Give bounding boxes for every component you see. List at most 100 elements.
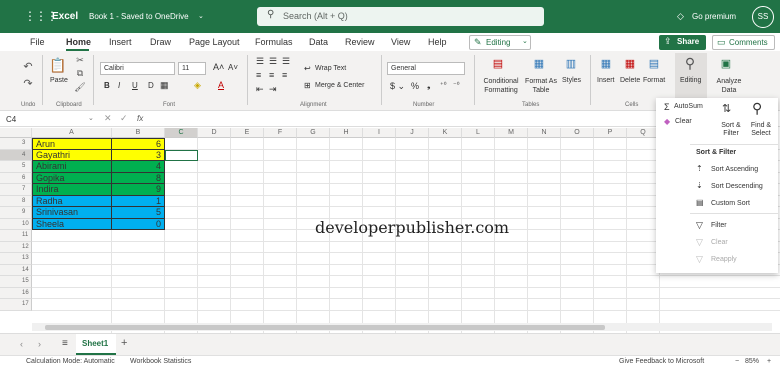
- column-header-k[interactable]: K: [429, 128, 462, 138]
- increase-decimal-icon[interactable]: ⁺⁰: [440, 81, 447, 89]
- row-header-12[interactable]: 12: [0, 241, 32, 253]
- zoom-out-icon[interactable]: −: [735, 358, 739, 365]
- sort-descending-item[interactable]: Sort Descending: [711, 183, 763, 190]
- workbook-statistics[interactable]: Workbook Statistics: [130, 358, 191, 365]
- cell-name[interactable]: Indira: [32, 184, 112, 196]
- row-header-3[interactable]: 3: [0, 138, 32, 150]
- styles-button[interactable]: Styles: [562, 77, 581, 84]
- tab-help[interactable]: Help: [428, 37, 447, 47]
- align-top-icon[interactable]: ☰: [256, 56, 264, 67]
- autosum-button[interactable]: AutoSum: [674, 103, 703, 110]
- select-all-corner[interactable]: [0, 128, 32, 138]
- feedback-link[interactable]: Give Feedback to Microsoft: [619, 358, 704, 365]
- row-header-9[interactable]: 9: [0, 207, 32, 219]
- align-left-icon[interactable]: ≡: [256, 70, 261, 80]
- share-button[interactable]: ⇪ Share: [659, 35, 706, 50]
- row-header-17[interactable]: 17: [0, 299, 32, 311]
- tab-data[interactable]: Data: [309, 37, 328, 47]
- cell-value[interactable]: 1: [111, 195, 165, 207]
- cell-value[interactable]: 8: [111, 172, 165, 184]
- tab-formulas[interactable]: Formulas: [255, 37, 293, 47]
- percent-icon[interactable]: %: [411, 81, 419, 91]
- row-header-6[interactable]: 6: [0, 172, 32, 184]
- cell-value[interactable]: 4: [111, 161, 165, 173]
- row-header-5[interactable]: 5: [0, 161, 32, 173]
- chevron-down-icon[interactable]: ⌄: [88, 114, 94, 122]
- row-header-11[interactable]: 11: [0, 230, 32, 242]
- merge-center-button[interactable]: Merge & Center: [315, 82, 364, 89]
- column-header-e[interactable]: E: [231, 128, 264, 138]
- active-cell[interactable]: [165, 149, 198, 161]
- cell-name[interactable]: Gopika: [32, 172, 112, 184]
- undo-icon[interactable]: ↶: [22, 60, 34, 73]
- cancel-icon[interactable]: ✕: [104, 113, 112, 124]
- cell-name[interactable]: Gayathri: [32, 149, 112, 161]
- tab-file[interactable]: File: [30, 37, 45, 47]
- align-middle-icon[interactable]: ☰: [269, 56, 277, 67]
- conditional-formatting-button[interactable]: Conditional Formatting: [479, 77, 523, 95]
- decrease-decimal-icon[interactable]: ⁻⁰: [453, 81, 460, 89]
- borders-icon[interactable]: ▦: [160, 80, 169, 91]
- search-box[interactable]: ⚲ Search (Alt + Q): [257, 7, 544, 26]
- cell-name[interactable]: Srinivasan: [32, 207, 112, 219]
- tab-insert[interactable]: Insert: [109, 37, 132, 47]
- app-name[interactable]: Excel: [52, 11, 78, 22]
- avatar[interactable]: SS: [752, 6, 774, 28]
- name-box[interactable]: C4: [6, 115, 16, 124]
- chevron-down-icon[interactable]: ⌄: [198, 12, 204, 20]
- redo-icon[interactable]: ↷: [22, 77, 34, 90]
- row-header-8[interactable]: 8: [0, 195, 32, 207]
- paste-icon[interactable]: 📋: [49, 56, 66, 74]
- font-color-icon[interactable]: A: [218, 80, 224, 90]
- row-header-13[interactable]: 13: [0, 253, 32, 265]
- increase-indent-icon[interactable]: ⇥: [269, 84, 277, 95]
- double-underline-icon[interactable]: D: [148, 81, 154, 90]
- zoom-in-icon[interactable]: +: [767, 358, 771, 365]
- decrease-indent-icon[interactable]: ⇤: [256, 84, 264, 95]
- calculation-mode[interactable]: Calculation Mode: Automatic: [26, 358, 115, 365]
- column-header-o[interactable]: O: [561, 128, 594, 138]
- cell-value[interactable]: 9: [111, 184, 165, 196]
- wrap-text-button[interactable]: Wrap Text: [315, 65, 346, 72]
- column-header-l[interactable]: L: [462, 128, 495, 138]
- tab-page-layout[interactable]: Page Layout: [189, 37, 240, 47]
- shrink-font-icon[interactable]: A˅: [228, 63, 238, 72]
- cell-name[interactable]: Radha: [32, 195, 112, 207]
- cell-name[interactable]: Sheela: [32, 218, 112, 230]
- tab-draw[interactable]: Draw: [150, 37, 171, 47]
- analyze-data-button[interactable]: Analyze Data: [715, 77, 743, 95]
- font-name-select[interactable]: Calibri: [100, 62, 175, 75]
- comments-button[interactable]: ▭ Comments: [712, 35, 775, 50]
- font-size-select[interactable]: 11: [178, 62, 206, 75]
- copy-icon[interactable]: ⧉: [75, 68, 85, 78]
- sheet-tab[interactable]: Sheet1: [76, 334, 116, 355]
- column-header-d[interactable]: D: [198, 128, 231, 138]
- align-bottom-icon[interactable]: ☰: [282, 56, 290, 67]
- cell-value[interactable]: 6: [111, 138, 165, 150]
- row-header-4[interactable]: 4: [0, 149, 32, 161]
- document-title[interactable]: Book 1 - Saved to OneDrive: [89, 12, 189, 21]
- row-header-14[interactable]: 14: [0, 264, 32, 276]
- number-format-select[interactable]: General: [387, 62, 465, 75]
- column-header-j[interactable]: J: [396, 128, 429, 138]
- zoom-level[interactable]: 85%: [745, 358, 759, 365]
- row-header-16[interactable]: 16: [0, 287, 32, 299]
- row-header-15[interactable]: 15: [0, 276, 32, 288]
- filter-item[interactable]: Filter: [711, 222, 727, 229]
- grow-font-icon[interactable]: A˄: [213, 62, 224, 72]
- tab-view[interactable]: View: [391, 37, 410, 47]
- column-header-m[interactable]: M: [495, 128, 528, 138]
- cut-icon[interactable]: ✂: [75, 55, 85, 65]
- delete-cells-button[interactable]: Delete: [620, 77, 640, 84]
- italic-button[interactable]: I: [118, 81, 120, 90]
- column-header-h[interactable]: H: [330, 128, 363, 138]
- column-header-b[interactable]: B: [112, 128, 165, 138]
- cell-value[interactable]: 5: [111, 207, 165, 219]
- scroll-left-icon[interactable]: ‹: [20, 339, 23, 349]
- column-header-f[interactable]: F: [264, 128, 297, 138]
- all-sheets-icon[interactable]: ≡: [62, 338, 68, 349]
- bold-button[interactable]: B: [104, 81, 110, 90]
- row-header-7[interactable]: 7: [0, 184, 32, 196]
- format-cells-button[interactable]: Format: [643, 77, 665, 84]
- cell-value[interactable]: 0: [111, 218, 165, 230]
